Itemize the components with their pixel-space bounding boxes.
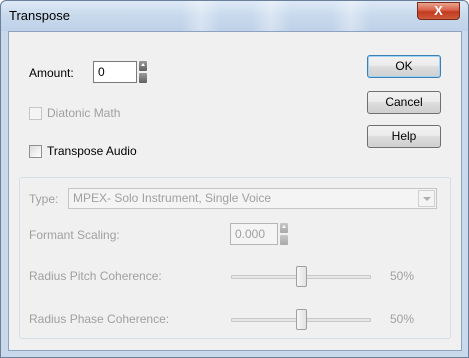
amount-spinner[interactable] [138,61,148,83]
spinner-down-icon[interactable] [280,235,288,245]
radius-pitch-coherence-thumb[interactable] [296,266,307,287]
radius-phase-coherence-label: Radius Phase Coherence: [29,312,170,326]
close-button[interactable]: X [417,2,460,20]
cancel-button[interactable]: Cancel [367,91,441,114]
titlebar-glass-highlight [331,1,371,31]
radius-phase-coherence-thumb[interactable] [296,309,307,330]
amount-label: Amount: [29,66,74,80]
title-bar[interactable]: Transpose X [1,1,468,31]
type-select[interactable]: MPEX- Solo Instrument, Single Voice [68,188,437,209]
type-label: Type: [29,192,59,206]
titlebar-glass-highlight [251,1,291,31]
radius-pitch-coherence-label: Radius Pitch Coherence: [29,269,162,283]
formant-scaling-input[interactable]: 0.000 [230,223,278,245]
transpose-audio-label: Transpose Audio [47,144,137,158]
ok-button[interactable]: OK [367,55,441,78]
spinner-up-icon[interactable] [139,61,147,71]
amount-input[interactable]: 0 [93,61,137,83]
radius-phase-coherence-value: 50% [390,312,415,326]
titlebar-glass-highlight [181,1,221,31]
radius-pitch-coherence-value: 50% [390,269,415,283]
transpose-dialog: Transpose X Amount: 0 OK Cancel Help Dia… [0,0,469,358]
spinner-down-icon[interactable] [139,73,147,83]
spinner-up-icon[interactable] [280,223,288,233]
diatonic-math-label: Diatonic Math [47,106,121,120]
formant-scaling-spinner[interactable] [279,223,289,245]
dialog-client-area: Amount: 0 OK Cancel Help Diatonic Math T… [8,31,462,351]
formant-scaling-label: Formant Scaling: [29,228,120,242]
window-title: Transpose [9,8,70,23]
type-select-value: MPEX- Solo Instrument, Single Voice [73,191,272,205]
help-button[interactable]: Help [367,125,441,148]
transpose-audio-checkbox[interactable] [29,145,42,158]
diatonic-math-checkbox[interactable] [29,107,42,120]
dropdown-arrow-icon[interactable] [418,190,435,207]
close-icon: X [434,3,443,18]
